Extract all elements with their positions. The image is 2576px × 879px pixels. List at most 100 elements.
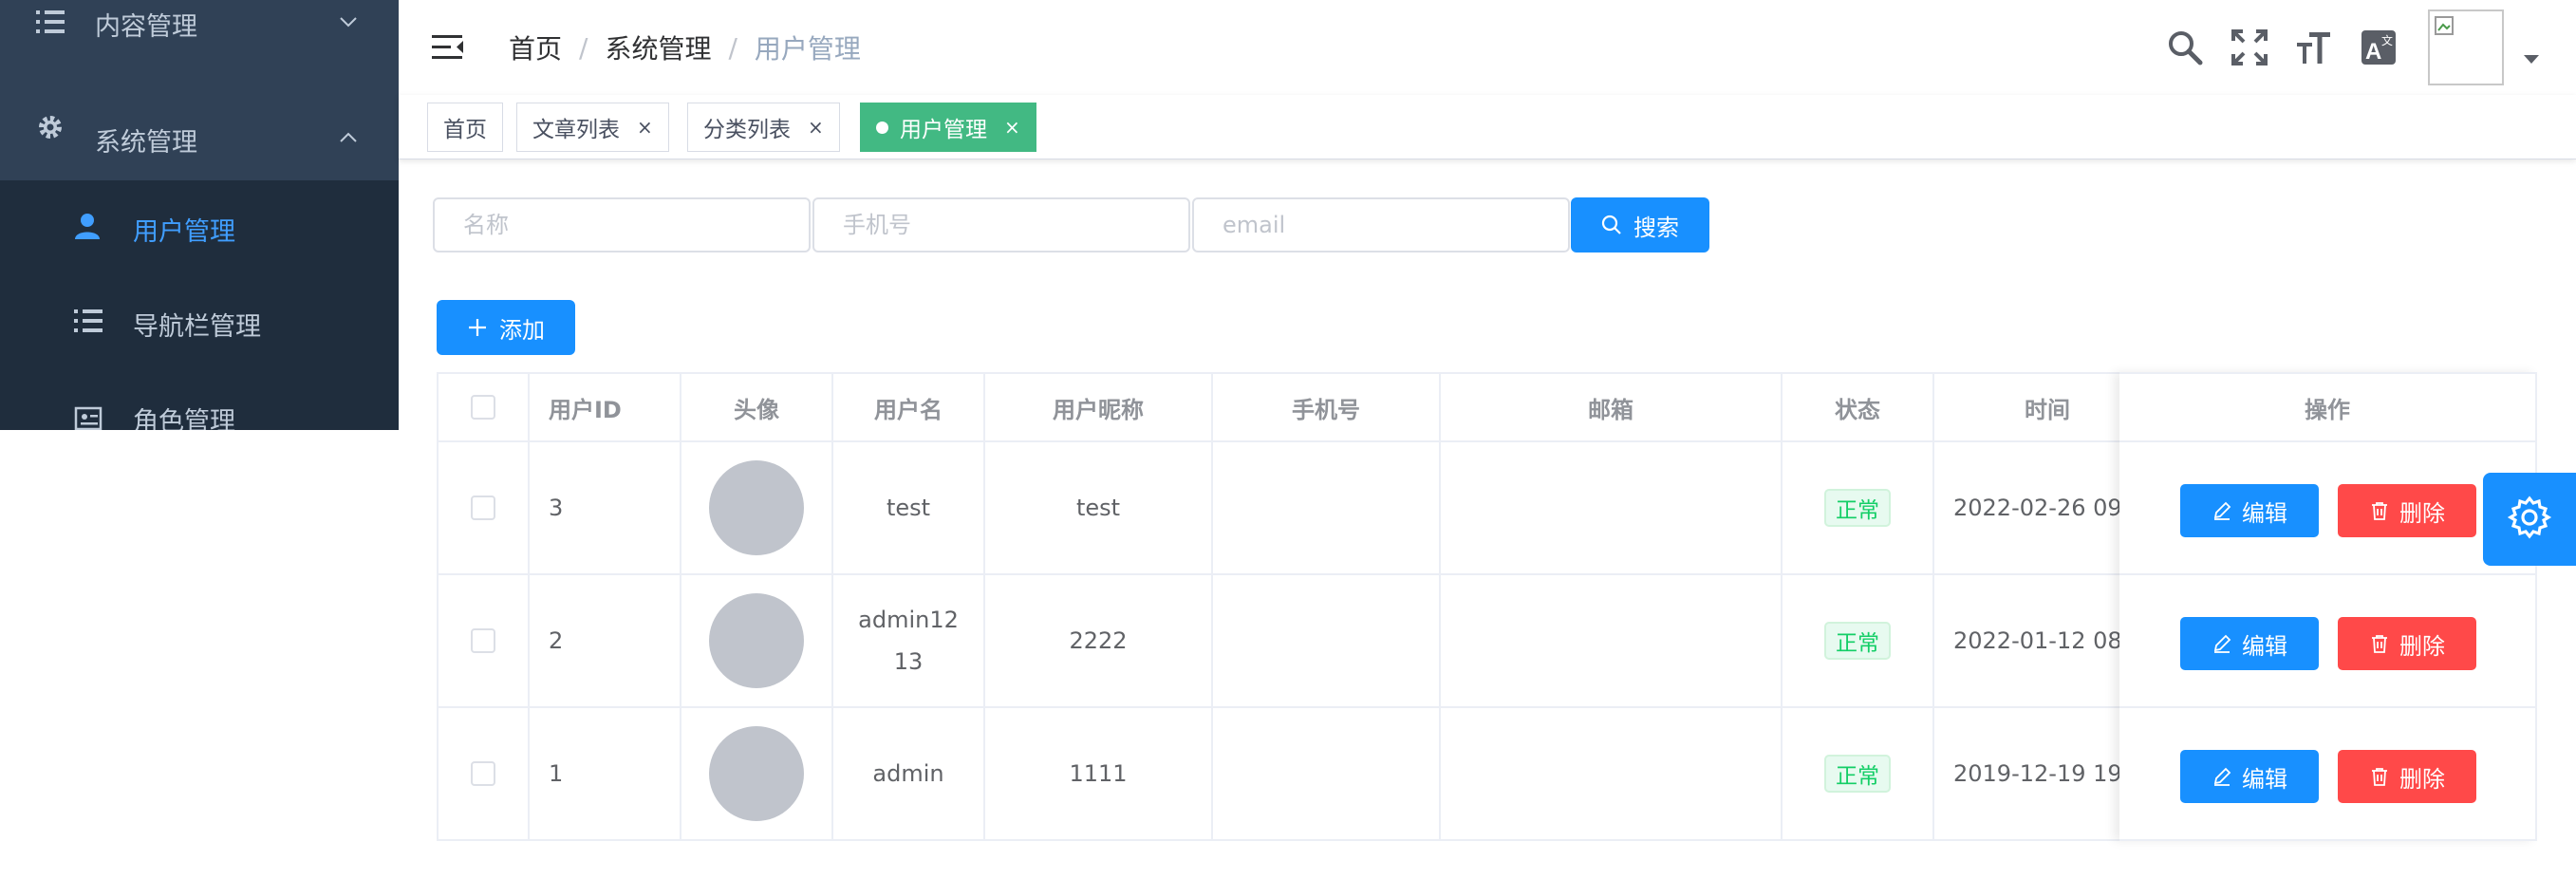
search-button[interactable]: 搜索 [1571, 197, 1709, 252]
actions-row: 编辑 删除 [2119, 575, 2535, 708]
tag-home[interactable]: 首页 [427, 103, 503, 152]
cell-status: 正常 [1783, 442, 1934, 575]
breadcrumb-current: 用户管理 [754, 33, 861, 65]
user-avatar[interactable] [2428, 9, 2504, 85]
column-header-avatar: 头像 [681, 374, 833, 442]
gear-icon [2507, 495, 2552, 544]
row-checkbox-cell [439, 442, 530, 575]
edit-button-label: 编辑 [2242, 632, 2287, 660]
checkbox[interactable] [471, 628, 495, 653]
header-select-all[interactable] [439, 374, 530, 442]
chevron-down-icon [338, 9, 359, 30]
tags-view: 首页 文章列表 × 分类列表 × 用户管理 × [399, 95, 2576, 159]
settings-button[interactable] [2483, 473, 2576, 566]
column-header-status: 状态 [1783, 374, 1934, 442]
actions-row: 编辑 删除 [2119, 442, 2535, 575]
cell-user-id: 2 [530, 575, 681, 708]
list-icon [34, 6, 66, 38]
edit-button[interactable]: 编辑 [2180, 617, 2319, 670]
avatar [709, 726, 804, 821]
edit-icon [2212, 633, 2232, 654]
sidebar-item-users[interactable]: 用户管理 [0, 180, 399, 275]
sidebar-item-navbar[interactable]: 导航栏管理 [0, 275, 399, 370]
delete-button[interactable]: 删除 [2338, 617, 2476, 670]
role-icon [74, 406, 103, 430]
sidebar-item-roles[interactable]: 角色管理 [0, 370, 399, 430]
tag-label: 文章列表 [532, 118, 620, 142]
cell-username-text: admin1213 [858, 607, 959, 675]
svg-text:A: A [2365, 39, 2381, 65]
edit-icon [2212, 766, 2232, 787]
tag-category-list[interactable]: 分类列表 × [687, 103, 840, 152]
name-input[interactable] [433, 197, 811, 252]
cell-status: 正常 [1783, 575, 1934, 708]
actions-row: 编辑 删除 [2119, 708, 2535, 841]
delete-button[interactable]: 删除 [2338, 750, 2476, 803]
translate-icon[interactable]: A文 [2358, 27, 2399, 68]
search-icon[interactable] [2164, 27, 2206, 68]
close-icon[interactable]: × [808, 116, 824, 139]
delete-button-label: 删除 [2399, 765, 2445, 793]
edit-button-label: 编辑 [2242, 765, 2287, 793]
breadcrumb-separator: / [579, 31, 588, 64]
font-size-icon[interactable] [2293, 27, 2335, 68]
cell-phone [1213, 575, 1441, 708]
cell-status: 正常 [1783, 708, 1934, 841]
search-button-label: 搜索 [1633, 214, 1679, 241]
breadcrumb-separator: / [728, 31, 737, 64]
hamburger-icon[interactable] [427, 27, 469, 68]
cell-username: test [833, 442, 985, 575]
sidebar-item-label: 用户管理 [133, 217, 235, 247]
sidebar-item-label: 角色管理 [133, 407, 235, 430]
cell-avatar [681, 575, 833, 708]
avatar [709, 460, 804, 555]
column-header-nickname: 用户昵称 [985, 374, 1213, 442]
edit-button[interactable]: 编辑 [2180, 484, 2319, 537]
fullscreen-icon[interactable] [2229, 27, 2270, 68]
edit-icon [2212, 500, 2232, 521]
breadcrumb: 首页 / 系统管理 / 用户管理 [509, 28, 861, 66]
checkbox[interactable] [471, 496, 495, 520]
status-badge: 正常 [1824, 622, 1891, 660]
active-dot-icon [876, 121, 888, 134]
email-input[interactable] [1192, 197, 1570, 252]
breadcrumb-home[interactable]: 首页 [509, 28, 562, 66]
cell-email [1441, 442, 1783, 575]
status-badge: 正常 [1824, 489, 1891, 527]
cell-user-id: 3 [530, 442, 681, 575]
cell-nickname: test [985, 442, 1213, 575]
delete-button[interactable]: 删除 [2338, 484, 2476, 537]
edit-button[interactable]: 编辑 [2180, 750, 2319, 803]
trash-icon [2369, 633, 2390, 654]
cell-avatar [681, 442, 833, 575]
cell-email [1441, 575, 1783, 708]
trash-icon [2369, 766, 2390, 787]
avatar [709, 593, 804, 688]
trash-icon [2369, 500, 2390, 521]
checkbox[interactable] [471, 395, 495, 420]
phone-input[interactable] [812, 197, 1190, 252]
navbar: 首页 / 系统管理 / 用户管理 A文 [399, 0, 2576, 95]
tag-label: 首页 [443, 118, 487, 142]
user-icon [72, 211, 103, 248]
sidebar-item-label: 系统管理 [95, 128, 197, 158]
tag-user-management[interactable]: 用户管理 × [860, 103, 1036, 152]
breadcrumb-system[interactable]: 系统管理 [605, 28, 711, 66]
close-icon[interactable]: × [1004, 116, 1020, 139]
add-button[interactable]: 添加 [437, 300, 575, 355]
sidebar-item-system[interactable]: 系统管理 [0, 95, 399, 180]
cell-nickname: 1111 [985, 708, 1213, 841]
svg-text:文: 文 [2381, 33, 2393, 47]
close-icon[interactable]: × [637, 116, 653, 139]
sidebar-item-content[interactable]: 内容管理 [0, 0, 399, 49]
search-icon [1601, 215, 1622, 235]
tag-article-list[interactable]: 文章列表 × [516, 103, 669, 152]
edit-button-label: 编辑 [2242, 499, 2287, 527]
sidebar-item-label: 内容管理 [95, 12, 197, 42]
delete-button-label: 删除 [2399, 632, 2445, 660]
checkbox[interactable] [471, 761, 495, 786]
cell-phone [1213, 708, 1441, 841]
list-icon [74, 308, 103, 341]
caret-down-icon[interactable] [2524, 55, 2539, 64]
row-checkbox-cell [439, 708, 530, 841]
